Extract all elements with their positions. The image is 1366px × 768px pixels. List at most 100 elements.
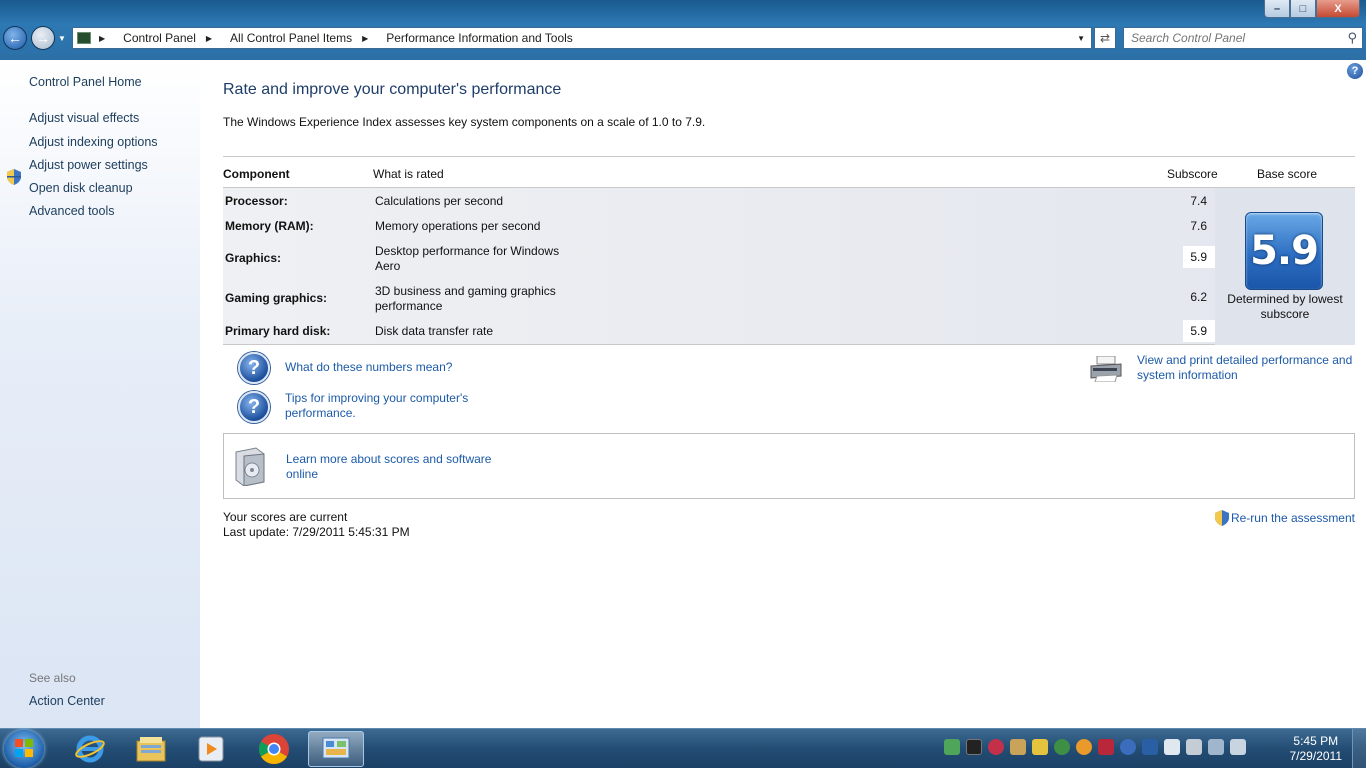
search-input[interactable]	[1124, 31, 1334, 45]
subscore-value: 6.2	[1190, 290, 1207, 304]
arrow-right-icon: →	[36, 30, 50, 46]
breadcrumb-separator[interactable]: ▶	[362, 34, 376, 43]
page-title: Rate and improve your computer's perform…	[223, 81, 562, 98]
component-name: Primary hard disk:	[225, 324, 331, 338]
bluetooth-icon[interactable]	[1142, 739, 1158, 755]
what-is-rated: Calculations per second	[375, 194, 504, 208]
security-app-icon[interactable]	[988, 739, 1004, 755]
internet-explorer-taskbar-button[interactable]	[62, 731, 118, 767]
refresh-icon: ⇄	[1099, 31, 1111, 45]
control-panel-home-link[interactable]: Control Panel Home	[29, 75, 142, 89]
chevron-right-icon: ▶	[99, 33, 106, 43]
close-button[interactable]: X	[1316, 0, 1360, 18]
mcafee-icon[interactable]	[1098, 739, 1114, 755]
recent-pages-dropdown[interactable]: ▼	[58, 34, 66, 43]
component-name: Processor:	[225, 194, 288, 208]
header-component: Component	[223, 167, 290, 181]
clock-date: 7/29/2011	[1289, 749, 1343, 763]
table-row: Gaming graphics: 3D business and gaming …	[223, 279, 1215, 317]
nvidia-icon[interactable]	[966, 739, 982, 755]
base-score-note: Determined by lowest subscore	[1227, 292, 1343, 321]
adjust-power-settings-link[interactable]: Adjust power settings	[29, 158, 148, 172]
learn-more-link[interactable]: Learn more about scores and software onl…	[286, 452, 506, 482]
search-icon[interactable]: ⚲	[1347, 30, 1357, 46]
chevron-right-icon: ▶	[205, 33, 213, 43]
see-also-heading: See also	[29, 671, 76, 685]
table-row: Graphics: Desktop performance for Window…	[223, 239, 1215, 277]
main-content: ? Rate and improve your computer's perfo…	[200, 60, 1366, 728]
component-name: Gaming graphics:	[225, 291, 328, 305]
adjust-indexing-options-link[interactable]: Adjust indexing options	[29, 135, 158, 149]
wifi-signal-icon[interactable]	[1208, 739, 1224, 755]
rerun-assessment-link[interactable]: Re-run the assessment	[1214, 510, 1355, 526]
base-score-badge: 5.9	[1245, 212, 1323, 290]
notification-icon[interactable]	[1076, 739, 1092, 755]
clock-time: 5:45 PM	[1293, 734, 1339, 748]
control-panel-icon	[77, 32, 91, 44]
what-is-rated: 3D business and gaming graphics performa…	[375, 284, 556, 313]
rerun-label: Re-run the assessment	[1230, 511, 1355, 525]
control-panel-taskbar-button[interactable]	[308, 731, 364, 767]
action-center-link[interactable]: Action Center	[29, 694, 105, 708]
forward-button[interactable]: →	[31, 26, 55, 50]
subscore-value: 5.9	[1183, 246, 1215, 268]
taskbar: 5:45 PM 7/29/2011	[0, 728, 1366, 768]
update-icon[interactable]	[1054, 739, 1070, 755]
start-button[interactable]	[4, 730, 44, 768]
speaker-tray-icon[interactable]	[1010, 739, 1026, 755]
power-icon[interactable]	[1186, 739, 1202, 755]
media-player-taskbar-button[interactable]	[183, 731, 239, 767]
printer-icon	[1090, 356, 1122, 382]
help-icon[interactable]: ?	[1347, 63, 1363, 79]
remote-access-icon[interactable]	[1120, 739, 1136, 755]
windows-logo-icon	[15, 739, 33, 757]
network-sync-icon[interactable]	[944, 739, 960, 755]
numbers-meaning-link[interactable]: What do these numbers mean?	[285, 360, 452, 375]
chrome-icon	[258, 734, 289, 765]
header-base-score: Base score	[1257, 167, 1318, 181]
table-header: Component What is rated Subscore Base sc…	[223, 156, 1355, 188]
view-print-details-link[interactable]: View and print detailed performance and …	[1137, 353, 1357, 383]
software-box-icon	[235, 447, 265, 486]
breadcrumb-all-items[interactable]: All Control Panel Items	[230, 31, 352, 45]
clock[interactable]: 5:45 PM 7/29/2011	[1290, 734, 1343, 764]
back-button[interactable]: ←	[3, 26, 27, 50]
subscore-value: 7.6	[1190, 219, 1207, 233]
show-desktop-button[interactable]	[1352, 729, 1366, 768]
breadcrumb-control-panel[interactable]: Control Panel	[123, 31, 196, 45]
header-what-is-rated: What is rated	[373, 167, 444, 181]
search-box[interactable]: ⚲	[1123, 27, 1363, 49]
table-row: Processor: Calculations per second 7.4	[223, 189, 1215, 213]
minimize-button[interactable]: –	[1264, 0, 1290, 18]
media-player-icon	[198, 736, 224, 762]
maximize-button[interactable]: □	[1290, 0, 1316, 18]
base-score-column: 5.9 Determined by lowest subscore	[1215, 188, 1355, 345]
caption-buttons: – □ X	[1264, 0, 1360, 18]
chrome-taskbar-button[interactable]	[246, 731, 302, 767]
advanced-tools-link[interactable]: Advanced tools	[29, 204, 114, 218]
tips-link[interactable]: Tips for improving your computer's perfo…	[285, 391, 485, 421]
breadcrumb-label: All Control Panel Items	[230, 31, 353, 45]
address-dropdown-icon[interactable]: ▼	[1077, 34, 1085, 43]
subscore-value: 5.9	[1183, 320, 1215, 342]
refresh-button[interactable]: ⇄	[1094, 27, 1116, 49]
score-table: Component What is rated Subscore Base sc…	[223, 156, 1355, 345]
task-pane: Control Panel Home Adjust visual effects…	[0, 60, 200, 728]
adjust-visual-effects-link[interactable]: Adjust visual effects	[29, 111, 139, 125]
component-name: Memory (RAM):	[225, 219, 314, 233]
volume-icon[interactable]	[1230, 739, 1246, 755]
header-subscore: Subscore	[1167, 167, 1218, 181]
uac-shield-icon	[7, 169, 21, 185]
component-name: Graphics:	[225, 251, 282, 265]
action-center-flag-icon[interactable]	[1164, 739, 1180, 755]
open-disk-cleanup-link[interactable]: Open disk cleanup	[29, 181, 133, 195]
breadcrumb-separator[interactable]: ▶	[206, 34, 220, 43]
scores-status: Your scores are current	[223, 510, 348, 524]
windows-explorer-taskbar-button[interactable]	[123, 731, 179, 767]
address-bar[interactable]: ▶ Control Panel ▶ All Control Panel Item…	[72, 27, 1092, 49]
arrow-left-icon: ←	[8, 30, 22, 46]
breadcrumb-performance[interactable]: Performance Information and Tools	[386, 31, 573, 45]
control-panel-icon	[322, 737, 350, 759]
breadcrumb-root[interactable]: ▶	[99, 34, 113, 43]
storage-icon[interactable]	[1032, 739, 1048, 755]
